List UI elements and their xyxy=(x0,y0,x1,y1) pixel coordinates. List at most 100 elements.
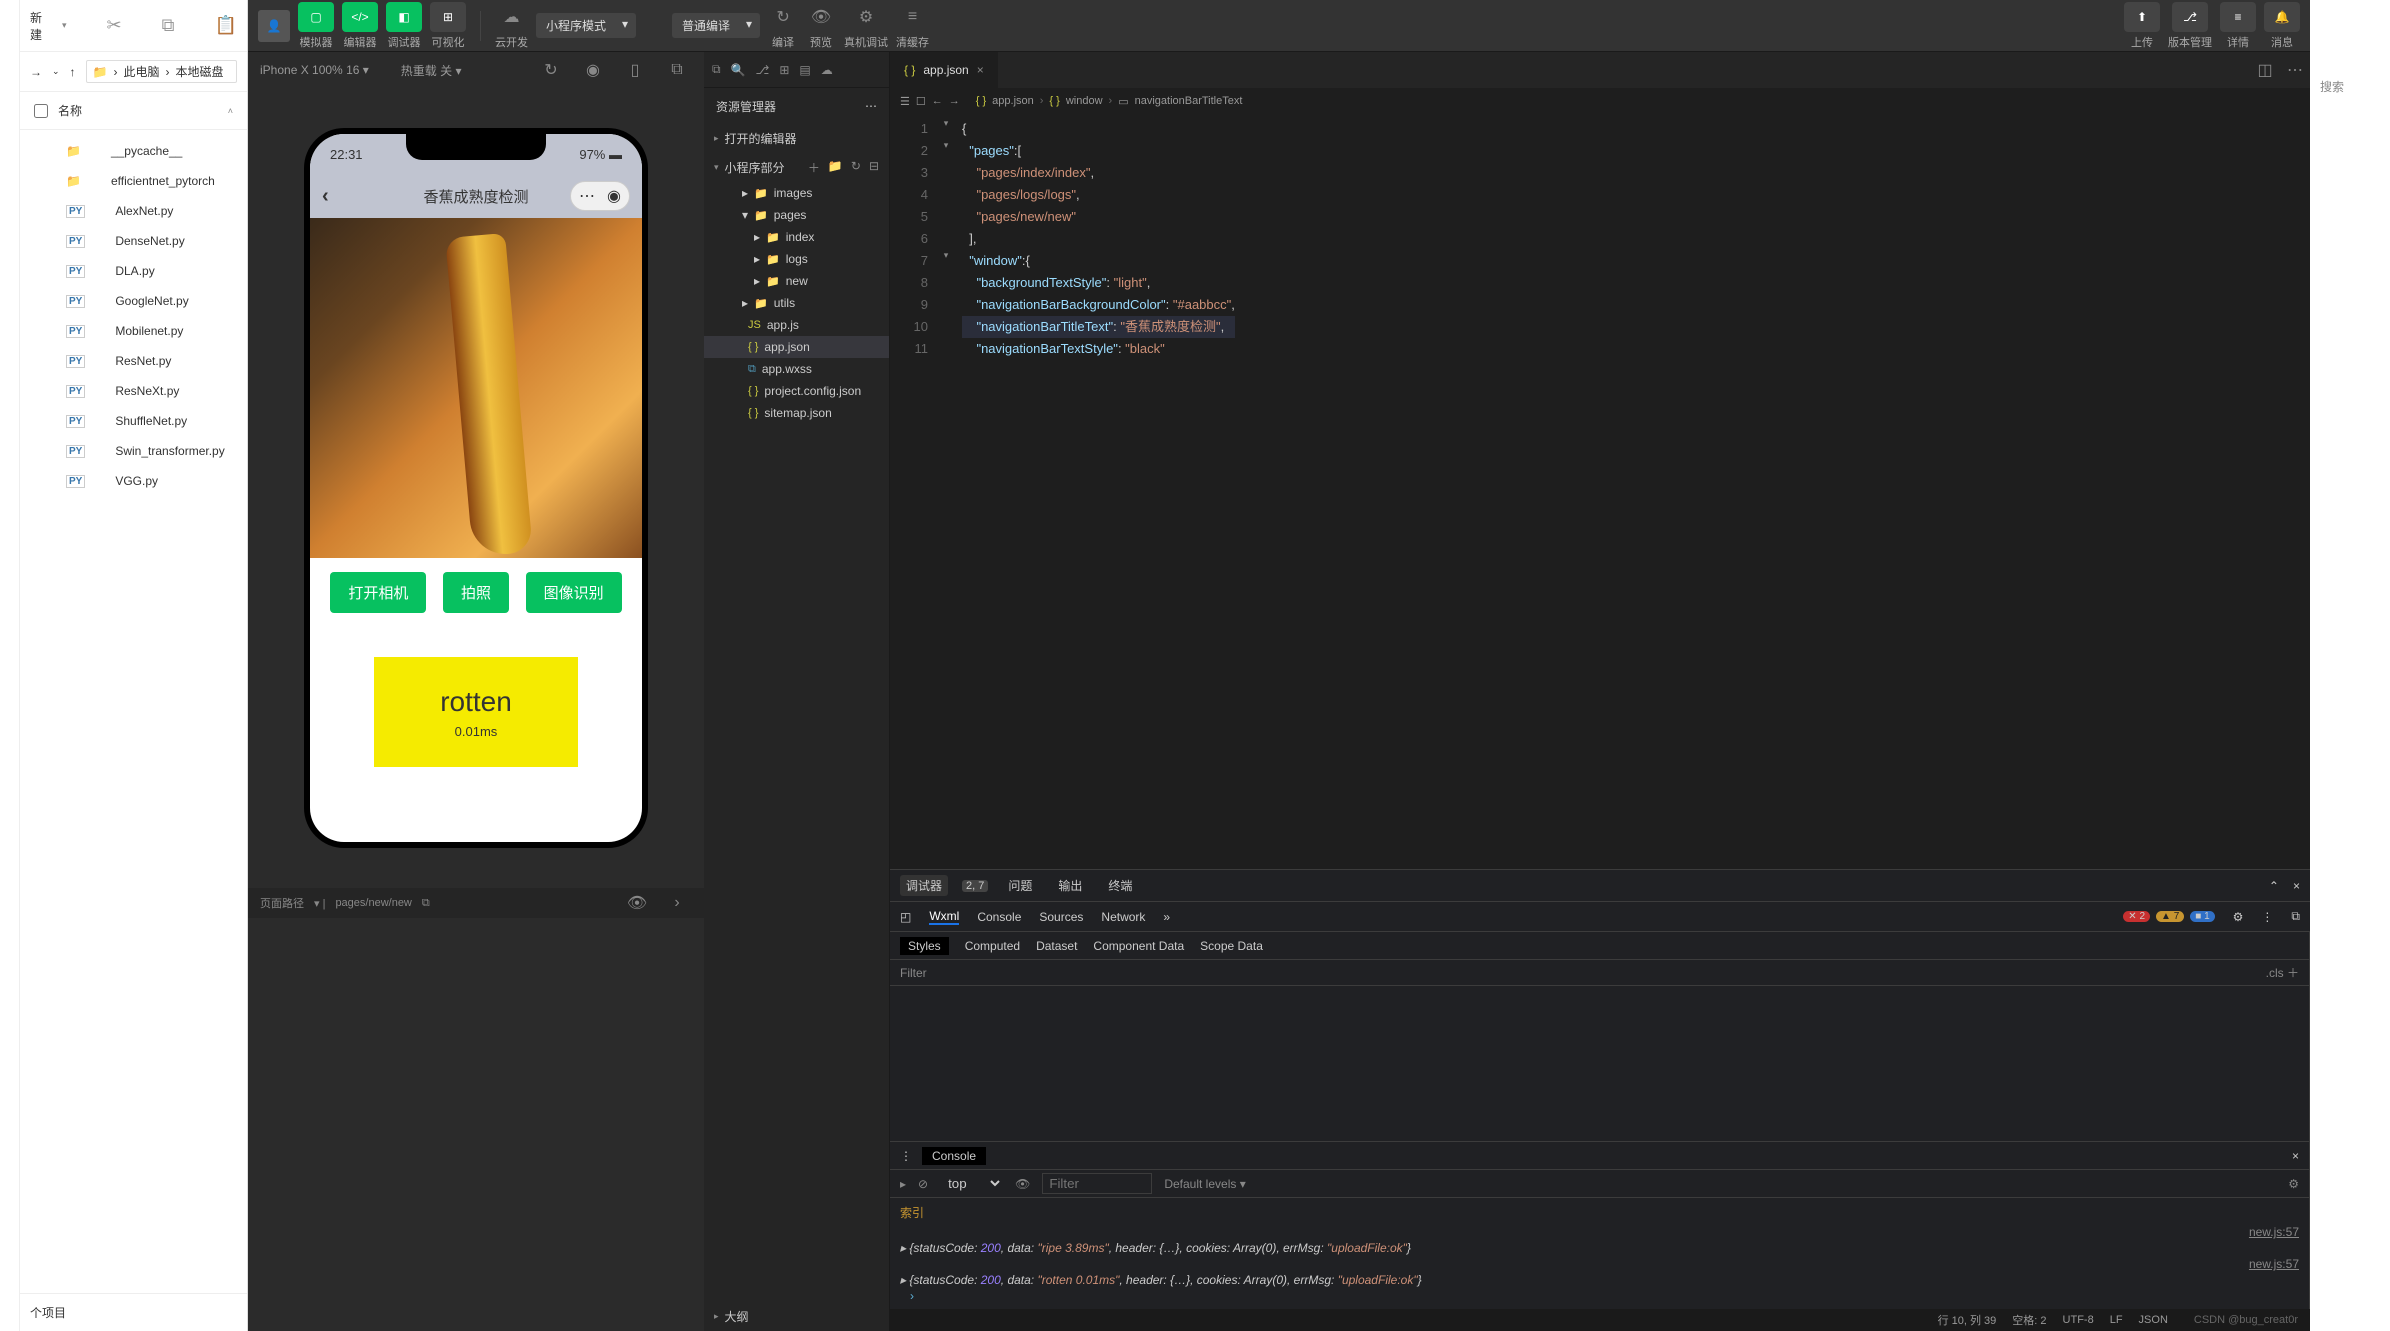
log-line[interactable]: ▸ {statusCode: 200, data: "ripe 3.89ms",… xyxy=(900,1241,2299,1255)
file-item[interactable]: PYSwin_transformer.py xyxy=(20,436,247,466)
new-button[interactable]: 新建 xyxy=(30,9,42,43)
editor-button[interactable]: </> xyxy=(342,2,378,32)
eye-icon[interactable]: 👁 xyxy=(622,888,652,918)
output-tab[interactable]: 输出 xyxy=(1052,875,1088,896)
file-item[interactable]: PYDenseNet.py xyxy=(20,226,247,256)
close-console-icon[interactable]: × xyxy=(2292,1149,2299,1163)
stop-icon[interactable]: ◉ xyxy=(578,55,608,85)
paste-icon[interactable]: 📋 xyxy=(215,15,237,36)
tree-item[interactable]: ▸📁logs xyxy=(704,248,889,270)
db-icon[interactable]: ▤ xyxy=(799,63,810,77)
visualize-button[interactable]: ⊞ xyxy=(430,2,466,32)
search-icon[interactable]: 🔍 xyxy=(731,63,746,77)
eye-icon[interactable]: 👁 xyxy=(1015,1177,1030,1191)
scope-data-subtab[interactable]: Scope Data xyxy=(1200,939,1263,953)
branch-icon[interactable]: ⎇ xyxy=(756,63,770,77)
file-item[interactable]: PYResNeXt.py xyxy=(20,376,247,406)
info-badge[interactable]: ■ 1 xyxy=(2190,911,2214,922)
tree-item[interactable]: ▸📁new xyxy=(704,270,889,292)
cut-icon[interactable]: ✂ xyxy=(107,15,122,36)
cursor-position[interactable]: 行 10, 列 39 xyxy=(1938,1312,1997,1328)
warning-badge[interactable]: ▲ 7 xyxy=(2156,911,2184,922)
real-debug-icon[interactable]: ⚙ xyxy=(851,2,881,32)
cloud-icon[interactable]: ☁ xyxy=(821,63,833,77)
tree-item[interactable]: { }sitemap.json xyxy=(704,402,889,424)
ext-icon[interactable]: ⊞ xyxy=(779,63,789,77)
search-panel[interactable]: 搜索 xyxy=(2310,0,2390,1331)
expand-icon[interactable]: › xyxy=(662,888,692,918)
wxml-tab[interactable]: Wxml xyxy=(929,909,959,925)
device-select[interactable]: iPhone X 100% 16 ▾ xyxy=(260,63,369,77)
more-icon[interactable]: ⋯ xyxy=(2280,55,2310,85)
chevron-up-icon[interactable]: ⌃ xyxy=(2269,879,2279,893)
eol-status[interactable]: LF xyxy=(2110,1314,2123,1326)
file-item[interactable]: PYShuffleNet.py xyxy=(20,406,247,436)
clear-icon[interactable]: ⊘ xyxy=(918,1177,928,1191)
take-photo-button[interactable]: 拍照 xyxy=(443,572,509,613)
dataset-subtab[interactable]: Dataset xyxy=(1036,939,1077,953)
context-select[interactable]: top xyxy=(940,1173,1003,1194)
copy-icon[interactable]: ⧉ xyxy=(162,15,175,36)
gear-icon[interactable]: ⚙ xyxy=(2233,910,2244,924)
computed-subtab[interactable]: Computed xyxy=(965,939,1020,953)
upload-button[interactable]: ⬆ xyxy=(2124,2,2160,32)
breadcrumb[interactable]: 📁 › 此电脑 › 本地磁盘 xyxy=(86,60,237,83)
console-filter-input[interactable] xyxy=(1042,1173,1152,1194)
file-item[interactable]: PYMobilenet.py xyxy=(20,316,247,346)
back-nav-icon[interactable]: ← xyxy=(932,95,943,107)
kebab-icon[interactable]: ⋮ xyxy=(2261,910,2273,924)
new-file-icon[interactable]: ＋ xyxy=(808,159,820,176)
tree-item[interactable]: ▸📁images xyxy=(704,182,889,204)
indent-status[interactable]: 空格: 2 xyxy=(2012,1312,2046,1328)
file-item[interactable]: PYDLA.py xyxy=(20,256,247,286)
clear-cache-icon[interactable]: ≡ xyxy=(898,2,928,32)
go-icon[interactable]: ▸ xyxy=(900,1177,906,1191)
gear-icon[interactable]: ⚙ xyxy=(2288,1177,2299,1191)
avatar[interactable]: 👤 xyxy=(258,10,290,42)
file-item[interactable]: PYAlexNet.py xyxy=(20,196,247,226)
simulator-button[interactable]: ▢ xyxy=(298,2,334,32)
network-tab[interactable]: Network xyxy=(1101,910,1145,924)
refresh-tree-icon[interactable]: ↻ xyxy=(851,159,861,176)
list-icon[interactable]: ☰ xyxy=(900,95,910,108)
terminal-tab[interactable]: 终端 xyxy=(1102,875,1138,896)
message-button[interactable]: 🔔 xyxy=(2264,2,2300,32)
file-item[interactable]: PYVGG.py xyxy=(20,466,247,496)
column-header[interactable]: 名称 ˄ xyxy=(20,92,247,130)
tree-item[interactable]: ⧉app.wxss xyxy=(704,358,889,380)
phone-icon[interactable]: ▯ xyxy=(620,55,650,85)
details-button[interactable]: ≡ xyxy=(2220,2,2256,32)
files-icon[interactable]: ⧉ xyxy=(712,62,721,77)
styles-subtab[interactable]: Styles xyxy=(900,937,949,955)
console-prompt[interactable]: › xyxy=(900,1287,2299,1305)
dock-icon[interactable]: ⧉ xyxy=(2291,909,2300,924)
fwd-nav-icon[interactable]: → xyxy=(949,95,960,107)
file-item[interactable]: 📁efficientnet_pytorch xyxy=(20,166,247,196)
editor-tab[interactable]: { } app.json × xyxy=(890,52,998,88)
encoding-status[interactable]: UTF-8 xyxy=(2063,1314,2094,1326)
project-section[interactable]: ▾小程序部分 ＋ 📁 ↻ ⊟ xyxy=(704,153,889,182)
tree-item[interactable]: JSapp.js xyxy=(704,314,889,336)
add-class-icon[interactable]: ＋ xyxy=(2287,966,2299,980)
refresh-icon[interactable]: ↻ xyxy=(536,55,566,85)
debugger-button[interactable]: ◧ xyxy=(386,2,422,32)
dropdown-icon[interactable]: ⌄ xyxy=(52,66,60,77)
open-editors-section[interactable]: ▸打开的编辑器 xyxy=(704,124,889,153)
log-line[interactable]: ▸ {statusCode: 200, data: "rotten 0.01ms… xyxy=(900,1273,2299,1287)
page-path[interactable]: pages/new/new xyxy=(335,897,411,909)
select-all-checkbox[interactable] xyxy=(34,104,48,118)
collapse-icon[interactable]: ⊟ xyxy=(869,159,879,176)
console-kebab-icon[interactable]: ⋮ xyxy=(900,1149,912,1163)
forward-icon[interactable]: → xyxy=(30,65,42,79)
compile-icon[interactable]: ↻ xyxy=(768,2,798,32)
code-area[interactable]: 1234567891011 ▾▾▾ { "pages":[ "pages/ind… xyxy=(890,114,2310,869)
split-icon[interactable]: ◫ xyxy=(2250,55,2280,85)
tree-item[interactable]: ▾📁pages xyxy=(704,204,889,226)
error-badge[interactable]: ✕ 2 xyxy=(2123,911,2150,922)
console-tab[interactable]: Console xyxy=(977,910,1021,924)
component-data-subtab[interactable]: Component Data xyxy=(1093,939,1184,953)
preview-icon[interactable]: 👁 xyxy=(806,2,836,32)
compile-select[interactable]: 普通编译 xyxy=(672,13,760,38)
file-item[interactable]: 📁__pycache__ xyxy=(20,136,247,166)
outline-section[interactable]: ▸大纲 xyxy=(704,1302,889,1331)
